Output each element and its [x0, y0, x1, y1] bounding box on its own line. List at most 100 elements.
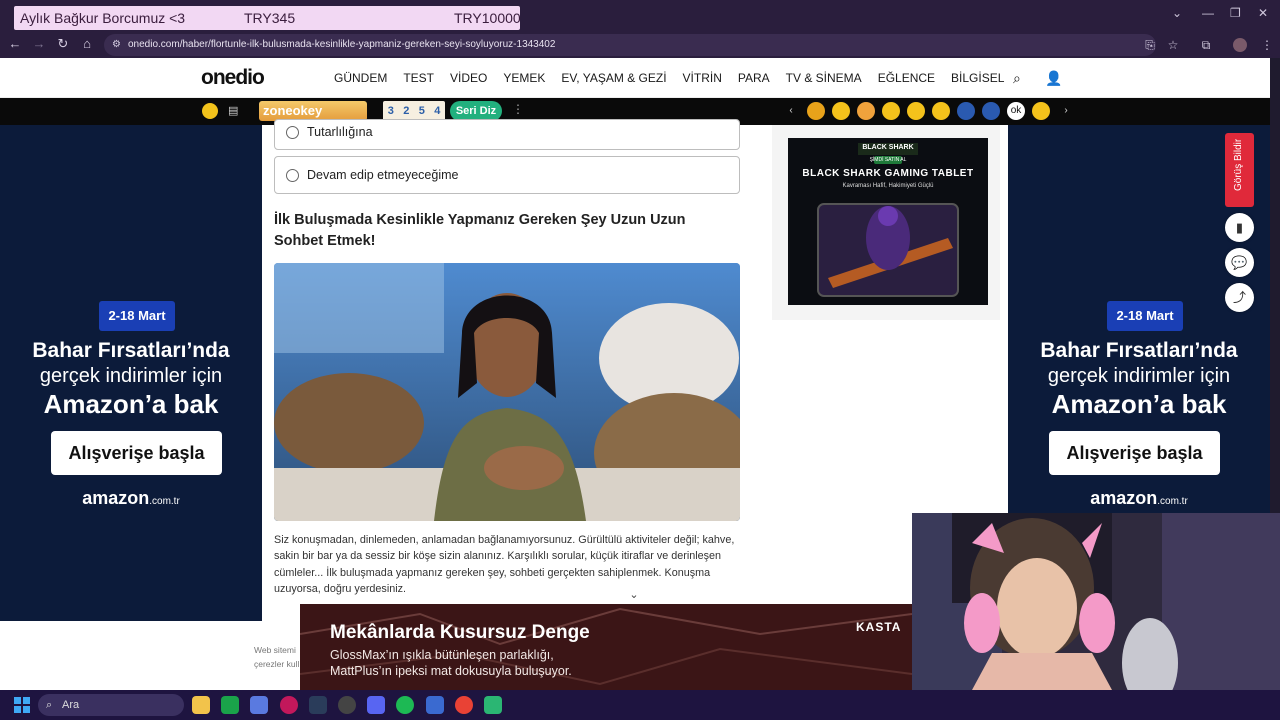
bottom-ad-title: Mekânlarda Kusursuz Denge	[330, 622, 590, 643]
app-icon[interactable]	[280, 696, 298, 714]
blue-badge-2-icon[interactable]	[982, 102, 1000, 120]
nav-item-eglence[interactable]: EĞLENCE	[878, 71, 935, 85]
ad-line-1: Bahar Fırsatları’nda	[1040, 339, 1238, 362]
article-heading: İlk Buluşmada Kesinlikle Yapmanız Gereke…	[274, 212, 686, 249]
nav-item-para[interactable]: PARA	[738, 71, 770, 85]
chevron-left-icon[interactable]: ‹	[782, 102, 800, 120]
nav-item-vitrin[interactable]: VİTRİN	[683, 71, 722, 85]
screen: Aylık Bağkur Borcumuz <3 TRY345 TRY10000…	[0, 0, 1280, 720]
cookie-emoji-icon[interactable]	[857, 102, 875, 120]
zoneokey-banner[interactable]: zoneokey	[259, 101, 367, 121]
bookmark-star-icon[interactable]: ☆	[1166, 38, 1180, 52]
extensions-icon[interactable]: ⧉	[1199, 38, 1213, 52]
nav-item-video[interactable]: VİDEO	[450, 71, 487, 85]
xbox-icon[interactable]	[221, 696, 239, 714]
ok-badge-icon[interactable]: ok	[1007, 102, 1025, 120]
dropdown-icon[interactable]: ⌄	[1172, 6, 1182, 20]
ad-date-badge: 2-18 Mart	[1107, 301, 1183, 331]
nav-item-tv-sinema[interactable]: TV & SİNEMA	[786, 71, 862, 85]
url-text: onedio.com/haber/flortunle-ilk-bulusmada…	[128, 39, 556, 50]
ad-line-1: Bahar Fırsatları’nda	[32, 339, 230, 362]
steam-icon[interactable]	[309, 696, 327, 714]
main-nav: GÜNDEM TEST VİDEO YEMEK EV, YAŞAM & GEZİ…	[334, 71, 1020, 85]
blue-badge-icon[interactable]	[957, 102, 975, 120]
feedback-button[interactable]: Görüş Bildir	[1225, 133, 1254, 207]
install-icon[interactable]: ⎘	[1143, 38, 1157, 52]
chevron-right-icon[interactable]: ›	[1057, 102, 1075, 120]
article-image	[274, 263, 740, 521]
site-info-icon[interactable]: ⚙	[112, 34, 121, 56]
ad-line-2: gerçek indirimler için	[1047, 365, 1231, 387]
heart-eyes-emoji-icon[interactable]	[882, 102, 900, 120]
share-icon[interactable]: ⤴	[1225, 283, 1254, 312]
collapse-ad-button[interactable]: ⌄	[615, 586, 653, 604]
ad-line-3: Amazon’a bak	[1051, 389, 1227, 419]
crown-emoji-icon[interactable]	[807, 102, 825, 120]
forward-icon[interactable]: →	[30, 35, 48, 53]
tablet-ad-subtitle: Kavraması Hafif, Hakimiyeti Güçlü	[842, 183, 934, 189]
nav-item-ev-yasam-gezi[interactable]: EV, YAŞAM & GEZİ	[561, 71, 666, 85]
article-paragraph: Siz konuşmadan, dinlemeden, anlamadan ba…	[274, 534, 735, 595]
cookie-text: Web sitemi çerezler kull	[254, 645, 300, 669]
chrome-icon[interactable]	[455, 696, 473, 714]
taskbar-search[interactable]: ⌕ Ara	[38, 694, 184, 716]
restore-icon[interactable]: ❐	[1230, 6, 1241, 20]
tile: 3	[387, 105, 394, 117]
minimize-icon[interactable]: —	[1202, 6, 1214, 20]
copilot-icon[interactable]	[250, 696, 268, 714]
bottom-sticky-ad[interactable]: Mekânlarda Kusursuz Denge GlossMax’ın ış…	[300, 604, 912, 690]
close-icon[interactable]: ✕	[1258, 6, 1268, 20]
kasta-logo: KASTA	[856, 620, 902, 634]
nav-item-test[interactable]: TEST	[403, 71, 434, 85]
home-icon[interactable]: ⌂	[78, 35, 96, 53]
card-icon[interactable]: ▤	[228, 104, 238, 117]
search-icon: ⌕	[46, 699, 53, 711]
app-icon-3[interactable]	[484, 696, 502, 714]
comments-icon[interactable]: 💬	[1225, 248, 1254, 277]
obs-icon[interactable]	[338, 696, 356, 714]
donation-current: TRY345	[244, 10, 296, 26]
ad-line-2: gerçek indirimler için	[39, 365, 223, 387]
windows-taskbar: ⌕ Ara	[0, 690, 1280, 720]
sad-emoji-icon[interactable]	[907, 102, 925, 120]
glasses-emoji-icon[interactable]	[832, 102, 850, 120]
bookmark-icon[interactable]: ▮	[1225, 213, 1254, 242]
black-shark-ad[interactable]: BLACK SHARK ŞİMDİ SATIN AL BLACK SHARK G…	[788, 138, 988, 305]
discord-icon[interactable]	[367, 696, 385, 714]
laugh-emoji-icon[interactable]	[932, 102, 950, 120]
tile: 5	[418, 105, 425, 117]
cookie-notice: Web sitemi çerezler kull	[0, 621, 300, 690]
seri-diz-button[interactable]: Seri Diz	[450, 101, 502, 121]
back-icon[interactable]: ←	[6, 35, 24, 53]
cool-emoji-icon[interactable]	[1032, 102, 1050, 120]
tablet-ad-brand: BLACK SHARK	[862, 144, 914, 151]
shop-button[interactable]: Alışverişe başla	[51, 431, 222, 475]
windows-start-icon[interactable]	[14, 697, 30, 713]
nav-item-gundem[interactable]: GÜNDEM	[334, 71, 387, 85]
amazon-side-ad-left[interactable]: 2-18 Mart Bahar Fırsatları’nda gerçek in…	[0, 125, 262, 621]
menu-icon[interactable]: ⋮	[1260, 38, 1274, 52]
search-icon[interactable]: ⌕	[1013, 70, 1021, 87]
quiz-option[interactable]: Devam edip etmeyeceğime	[274, 156, 740, 194]
reload-icon[interactable]: ↻	[54, 35, 72, 53]
onedio-logo[interactable]: onedio	[201, 66, 265, 90]
nav-item-yemek[interactable]: YEMEK	[503, 71, 545, 85]
tile: 2	[403, 105, 410, 117]
ad-line-3: Amazon’a bak	[43, 389, 219, 419]
quiz-option-label: Tutarlılığına	[307, 125, 373, 139]
file-explorer-icon[interactable]	[192, 696, 210, 714]
app-icon-2[interactable]	[426, 696, 444, 714]
nav-item-bilgisel[interactable]: BİLGİSEL	[951, 71, 1004, 85]
radio-button[interactable]	[286, 126, 299, 139]
tablet-ad-badge: ŞİMDİ SATIN AL	[869, 157, 907, 163]
user-icon[interactable]: 👤	[1045, 70, 1062, 87]
url-field[interactable]: ⚙ onedio.com/haber/flortunle-ilk-bulusma…	[104, 34, 1156, 56]
smiley-icon[interactable]	[202, 103, 218, 119]
profile-avatar[interactable]	[1233, 38, 1247, 52]
radio-button[interactable]	[286, 169, 299, 182]
spotify-icon[interactable]	[396, 696, 414, 714]
okey-tiles[interactable]: 3 2 5 4	[383, 101, 445, 121]
more-dots-icon[interactable]: ⋮	[512, 102, 524, 116]
shop-button[interactable]: Alışverişe başla	[1049, 431, 1220, 475]
quiz-option[interactable]: Tutarlılığına	[274, 119, 740, 150]
